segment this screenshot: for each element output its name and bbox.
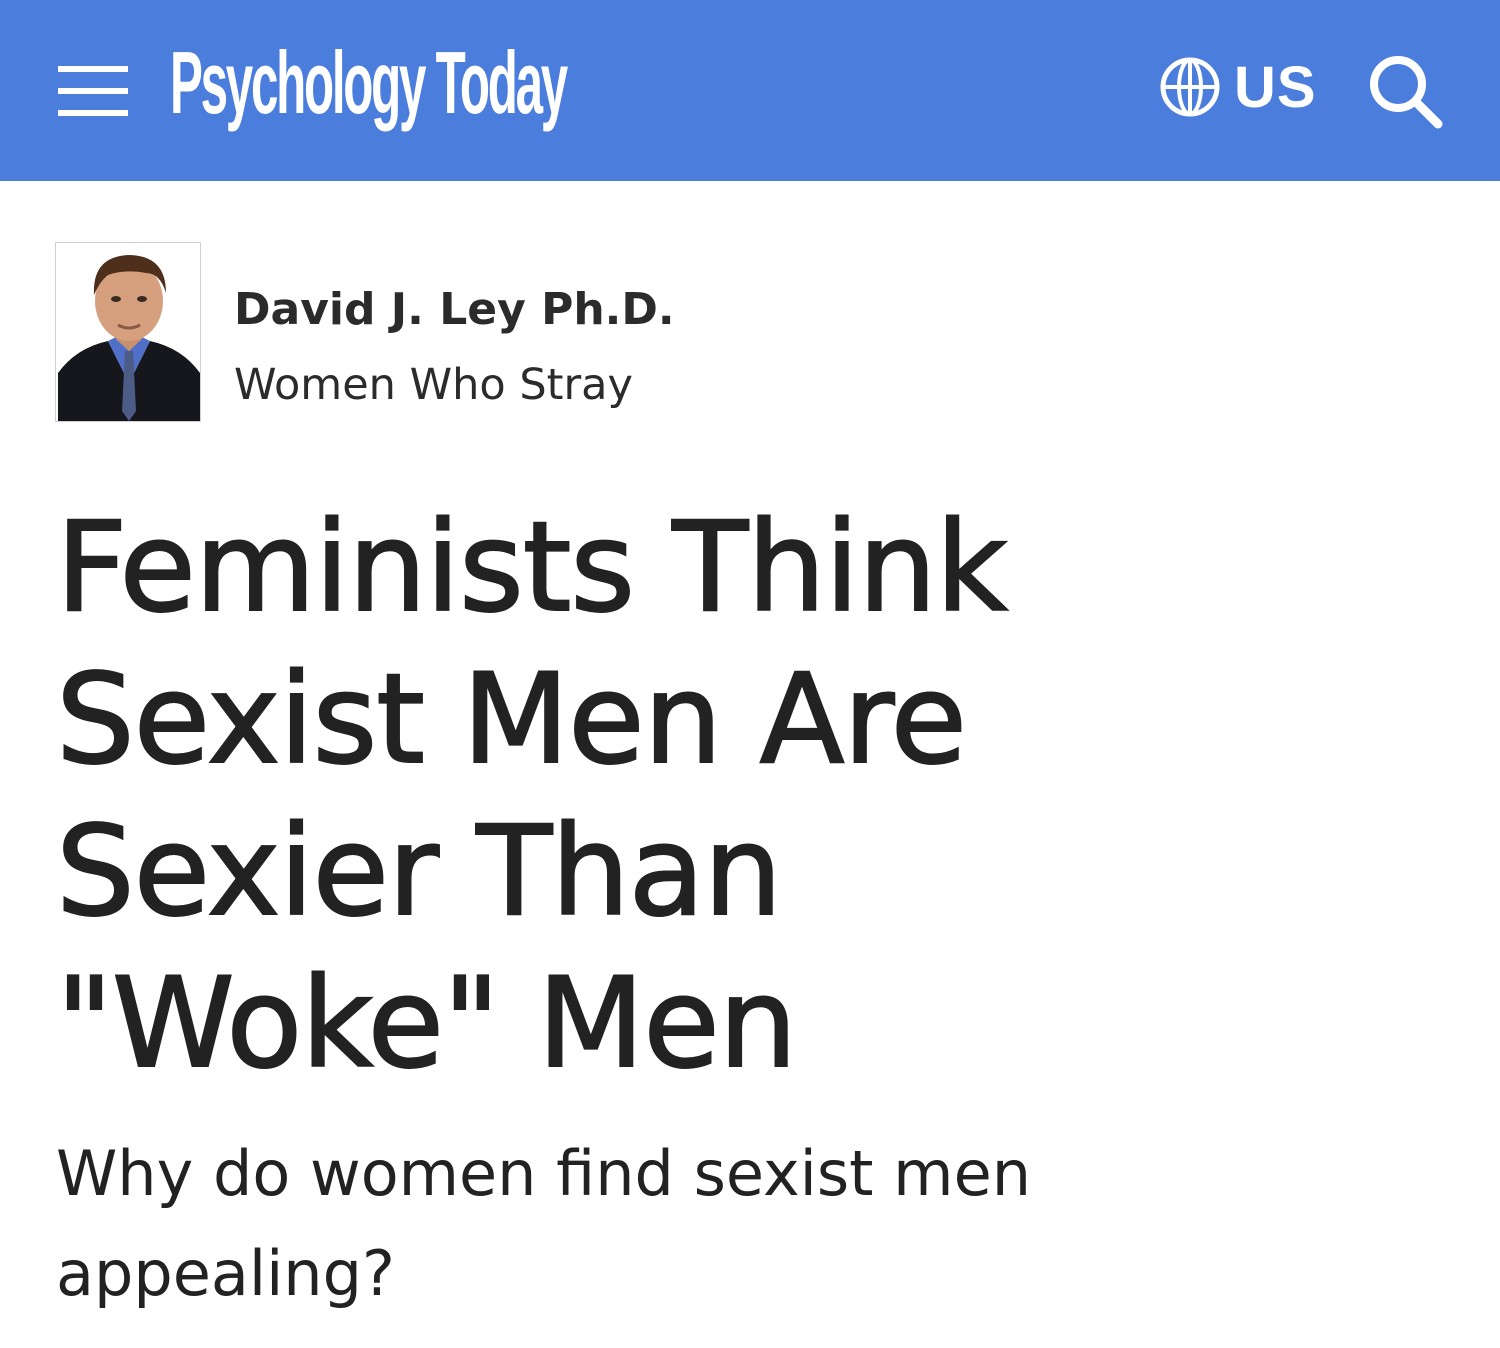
- article-subtitle: Why do women find sexist men appealing?: [56, 1137, 1032, 1310]
- blog-name-link[interactable]: Women Who Stray: [234, 360, 633, 410]
- hamburger-menu-icon[interactable]: [58, 66, 128, 116]
- site-logo[interactable]: Psychology Today: [170, 28, 568, 138]
- globe-icon: [1160, 57, 1220, 117]
- region-selector[interactable]: US: [1158, 52, 1317, 122]
- search-icon[interactable]: [1362, 48, 1448, 134]
- author-avatar[interactable]: [55, 242, 201, 422]
- region-label: US: [1234, 54, 1317, 120]
- article-headline: Feminists Think Sexist Men Are Sexier Th…: [55, 495, 1009, 1097]
- top-navigation-bar: Psychology Today US: [0, 0, 1500, 181]
- author-portrait-image: [56, 243, 200, 421]
- author-name-link[interactable]: David J. Ley Ph.D.: [234, 284, 675, 335]
